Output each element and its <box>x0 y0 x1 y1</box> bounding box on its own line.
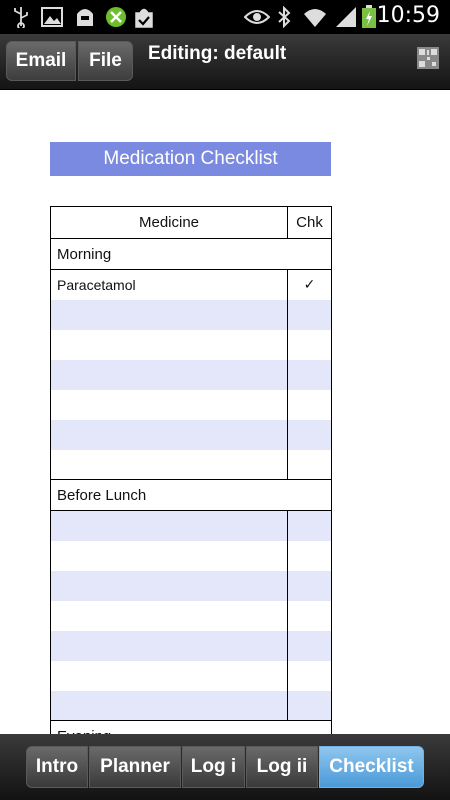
table-row[interactable] <box>50 449 332 480</box>
medicine-cell[interactable] <box>50 389 288 420</box>
medicine-cell[interactable] <box>50 540 288 571</box>
medicine-cell[interactable] <box>50 600 288 631</box>
table-row[interactable] <box>50 329 332 360</box>
table-header-row: Medicine Chk <box>50 206 332 239</box>
checklist-table: Medicine Chk Morning Paracetamol ✓ Befor… <box>50 206 332 734</box>
section-header-morning: Morning <box>50 238 332 270</box>
medicine-cell[interactable] <box>50 419 288 450</box>
app-screen: 10:59 Email File Editing: default Medica… <box>0 0 450 800</box>
medicine-cell[interactable] <box>50 299 288 330</box>
sheet-title: Medication Checklist <box>50 142 331 176</box>
signal-icon <box>334 5 358 29</box>
battery-icon <box>360 5 378 29</box>
status-bar: 10:59 <box>0 0 450 34</box>
bag-icon <box>72 5 98 29</box>
check-cell[interactable] <box>287 570 332 601</box>
medicine-cell[interactable] <box>50 329 288 360</box>
status-time: 10:59 <box>376 3 440 28</box>
wifi-icon <box>302 5 328 29</box>
action-bar: Email File Editing: default <box>0 34 450 90</box>
medicine-cell[interactable] <box>50 510 288 541</box>
checklist-page[interactable]: Medication Checklist Medicine Chk Mornin… <box>0 91 450 734</box>
table-row[interactable] <box>50 419 332 450</box>
qr-code-icon[interactable] <box>417 47 439 69</box>
table-row[interactable] <box>50 299 332 330</box>
check-cell[interactable] <box>287 419 332 450</box>
table-row[interactable] <box>50 600 332 631</box>
check-cell[interactable] <box>287 690 332 721</box>
column-header-medicine: Medicine <box>50 206 288 239</box>
medicine-cell[interactable] <box>50 570 288 601</box>
file-button[interactable]: File <box>78 41 133 81</box>
section-label: Morning <box>50 238 332 270</box>
column-header-check: Chk <box>287 206 332 239</box>
medicine-cell[interactable] <box>50 630 288 661</box>
check-cell[interactable] <box>287 510 332 541</box>
tab-checklist[interactable]: Checklist <box>319 746 424 788</box>
medicine-cell[interactable]: Paracetamol <box>50 269 288 300</box>
section-header-evening: Evening <box>50 720 332 734</box>
medicine-cell[interactable] <box>50 690 288 721</box>
table-row[interactable] <box>50 570 332 601</box>
check-cell[interactable] <box>287 600 332 631</box>
email-button[interactable]: Email <box>6 41 76 81</box>
check-bag-icon <box>132 5 156 29</box>
usb-icon <box>10 5 32 29</box>
check-cell[interactable] <box>287 449 332 480</box>
check-cell[interactable] <box>287 389 332 420</box>
xbox-icon <box>104 5 128 29</box>
editing-title: Editing: default <box>148 43 287 64</box>
image-icon <box>40 5 64 29</box>
table-row[interactable] <box>50 540 332 571</box>
tab-log-ii[interactable]: Log ii <box>246 746 318 788</box>
table-row[interactable]: Paracetamol ✓ <box>50 269 332 300</box>
table-row[interactable] <box>50 660 332 691</box>
table-row[interactable] <box>50 690 332 721</box>
section-label: Before Lunch <box>50 479 332 511</box>
bluetooth-icon <box>276 5 292 29</box>
tab-log-i[interactable]: Log i <box>182 746 245 788</box>
check-cell[interactable]: ✓ <box>287 269 332 300</box>
table-row[interactable] <box>50 389 332 420</box>
table-row[interactable] <box>50 359 332 390</box>
check-cell[interactable] <box>287 329 332 360</box>
tab-intro[interactable]: Intro <box>26 746 88 788</box>
check-cell[interactable] <box>287 299 332 330</box>
section-header-before-lunch: Before Lunch <box>50 479 332 511</box>
eye-icon <box>244 5 270 29</box>
bottom-tab-bar: Intro Planner Log i Log ii Checklist <box>0 734 450 800</box>
medicine-cell[interactable] <box>50 359 288 390</box>
check-cell[interactable] <box>287 540 332 571</box>
check-cell[interactable] <box>287 630 332 661</box>
section-label: Evening <box>50 720 332 734</box>
table-row[interactable] <box>50 510 332 541</box>
medicine-cell[interactable] <box>50 449 288 480</box>
medicine-cell[interactable] <box>50 660 288 691</box>
tab-planner[interactable]: Planner <box>89 746 181 788</box>
check-cell[interactable] <box>287 359 332 390</box>
check-cell[interactable] <box>287 660 332 691</box>
table-row[interactable] <box>50 630 332 661</box>
